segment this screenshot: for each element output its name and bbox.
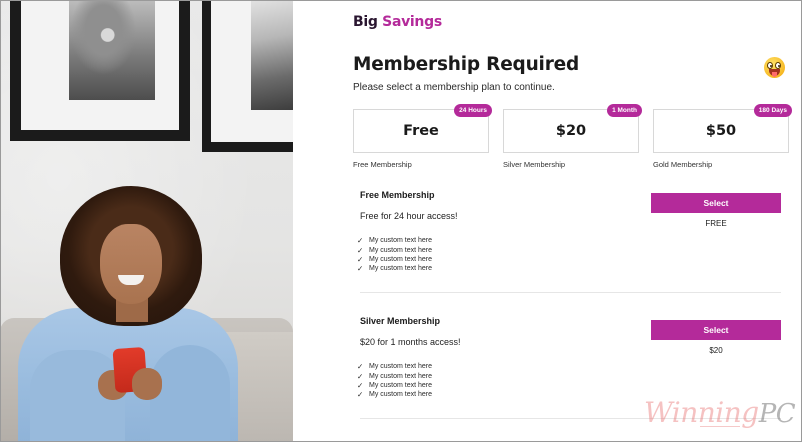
select-silver-button[interactable]: Select <box>651 320 781 340</box>
plan-name-silver: Silver Membership <box>503 160 566 169</box>
brand-logo-part1: Big <box>353 14 378 30</box>
brand-logo[interactable]: Big Savings <box>353 14 442 30</box>
feature-text: My custom text here <box>369 363 433 371</box>
plan-price: Free <box>403 123 439 139</box>
brand-logo-part2: Savings <box>382 14 442 30</box>
plan-duration-badge: 1 Month <box>607 104 642 117</box>
person-arm-right <box>150 345 230 442</box>
list-item: ✓ My custom text here <box>357 264 781 273</box>
person-face <box>100 224 162 304</box>
watermark-underline <box>700 426 740 427</box>
list-item: ✓ My custom text here <box>357 245 781 255</box>
checkmark-icon: ✓ <box>357 362 364 372</box>
checkmark-icon: ✓ <box>357 390 364 400</box>
checkmark-icon: ✓ <box>357 254 364 264</box>
plan-duration-badge: 24 Hours <box>454 104 492 117</box>
plan-card-gold[interactable]: $50 180 Days <box>653 104 792 153</box>
list-item: ✓ My custom text here <box>357 236 781 245</box>
watermark-part1: Winning <box>644 396 759 429</box>
feature-text: My custom text here <box>369 391 433 399</box>
list-item: ✓ My custom text here <box>357 371 781 381</box>
checkmark-icon: ✓ <box>357 236 364 246</box>
feature-text: My custom text here <box>369 237 433 245</box>
feature-text: My custom text here <box>369 255 433 263</box>
plan-name-gold: Gold Membership <box>653 160 713 169</box>
feature-text: My custom text here <box>369 246 433 254</box>
plan-card-silver[interactable]: $20 1 Month <box>503 104 642 153</box>
person-hand-right <box>132 368 162 400</box>
feature-text: My custom text here <box>369 265 433 273</box>
plan-price-label: FREE <box>705 219 727 228</box>
page-title: Membership Required <box>353 54 580 75</box>
section-divider <box>360 292 781 293</box>
grinning-face-with-tongue-icon <box>764 57 785 78</box>
watermark-logo: WinningPC <box>644 396 796 429</box>
wall-picture-frame-left <box>10 0 190 141</box>
checkmark-icon: ✓ <box>357 380 364 390</box>
select-free-button[interactable]: Select <box>651 193 781 213</box>
watermark-part2: PC <box>758 399 796 429</box>
checkmark-icon: ✓ <box>357 264 364 274</box>
plan-name-free: Free Membership <box>353 160 412 169</box>
feature-list: ✓ My custom text here ✓ My custom text her… <box>357 236 781 274</box>
plan-duration-badge: 180 Days <box>753 104 792 117</box>
feature-text: My custom text here <box>369 381 433 389</box>
feature-text: My custom text here <box>369 372 433 380</box>
feature-list: ✓ My custom text here ✓ My custom text her… <box>357 362 781 400</box>
list-item: ✓ My custom text here <box>357 255 781 264</box>
plan-card-free[interactable]: Free 24 Hours <box>353 104 492 153</box>
checkmark-icon: ✓ <box>357 371 364 381</box>
plan-price: $50 <box>705 123 737 139</box>
plan-price-label: $20 <box>709 346 723 355</box>
hero-photo <box>0 0 293 442</box>
wall-picture-frame-right <box>202 0 293 152</box>
list-item: ✓ My custom text here <box>357 362 781 371</box>
plan-price: $20 <box>555 123 587 139</box>
list-item: ✓ My custom text here <box>357 381 781 390</box>
page-subtitle: Please select a membership plan to conti… <box>353 82 555 93</box>
checkmark-icon: ✓ <box>357 245 364 255</box>
